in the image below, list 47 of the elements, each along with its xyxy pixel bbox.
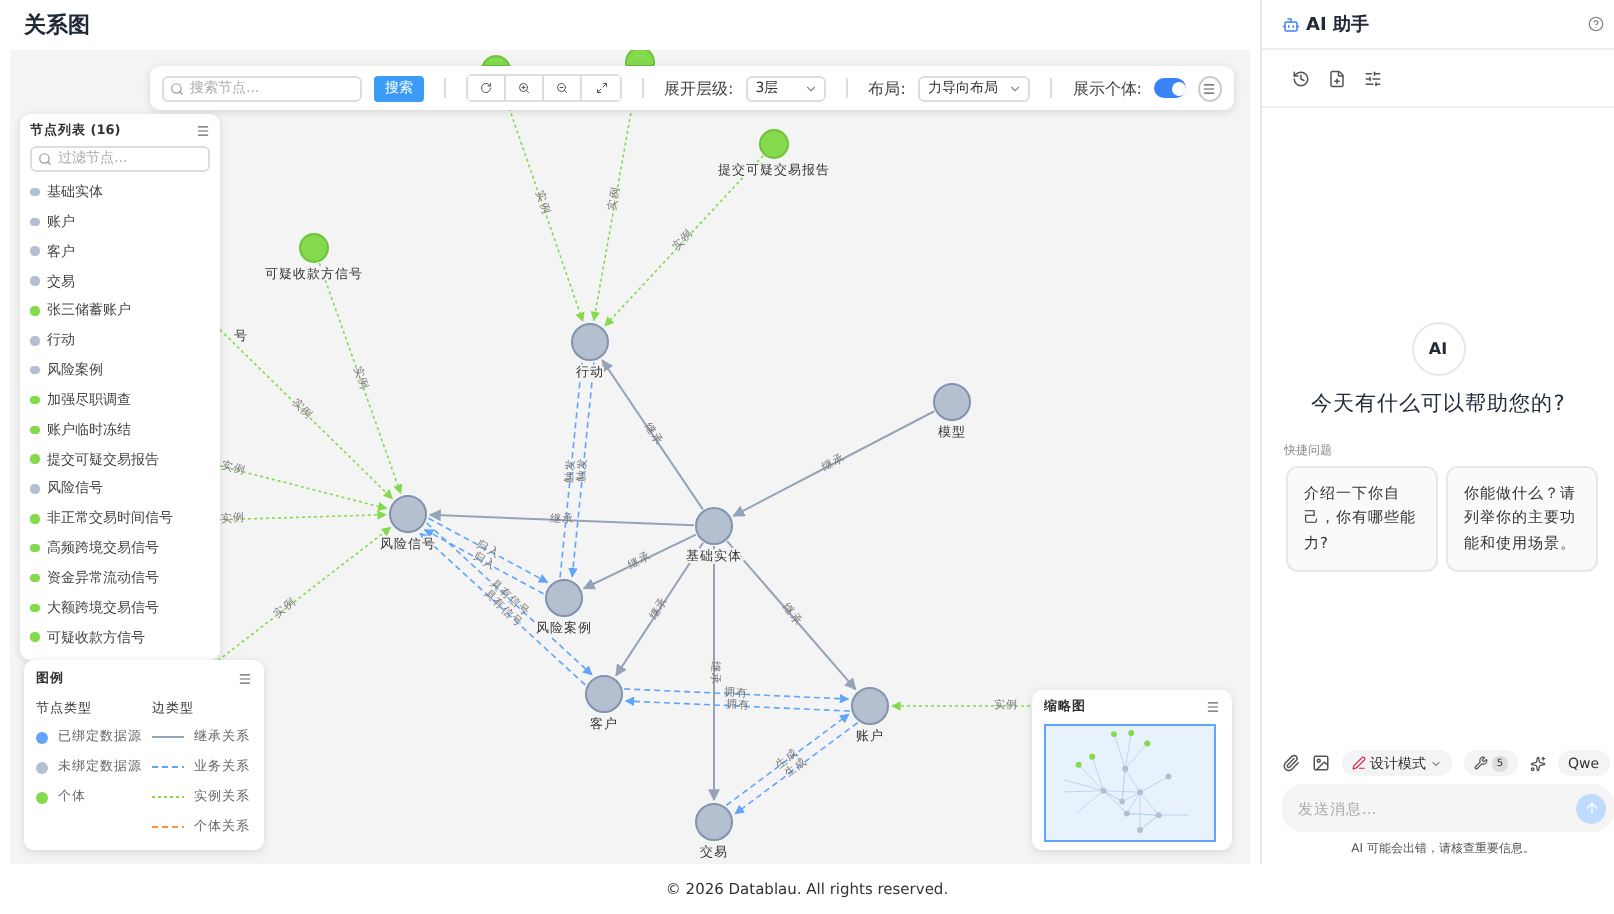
minimap-drawing[interactable]	[1044, 723, 1216, 842]
individuals-label: 展示个体:	[1072, 77, 1142, 99]
image-icon[interactable]	[1312, 754, 1330, 772]
graph-node[interactable]	[299, 233, 329, 263]
graph-node[interactable]	[625, 50, 655, 67]
graph-node[interactable]	[695, 803, 733, 841]
sparkle-icon[interactable]	[1530, 755, 1546, 771]
robot-icon	[1282, 15, 1300, 33]
greeting-text: 今天有什么可以帮助您的?	[1311, 390, 1565, 418]
wrench-icon	[1474, 756, 1488, 770]
edge-type-icon	[152, 794, 184, 800]
assistant-title: AI 助手	[1306, 12, 1369, 37]
menu-icon[interactable]	[238, 671, 252, 685]
menu-button[interactable]	[1197, 75, 1223, 101]
pen-icon	[1352, 756, 1366, 770]
graph-node[interactable]	[933, 383, 971, 421]
refresh-icon	[480, 82, 493, 94]
attach-icon[interactable]	[1282, 754, 1300, 772]
assistant-avatar: AI	[1411, 322, 1465, 376]
graph-node[interactable]	[389, 495, 427, 533]
chevron-down-icon	[1430, 757, 1442, 769]
arrow-up-icon	[1583, 800, 1599, 816]
page-title: 关系图	[24, 10, 90, 40]
graph-node[interactable]	[571, 323, 609, 361]
edge-type-icon	[152, 824, 184, 830]
help-icon[interactable]	[1588, 16, 1604, 32]
new-file-icon[interactable]	[1328, 69, 1346, 87]
menu-icon	[1202, 81, 1217, 95]
zoom-out-icon	[556, 82, 569, 94]
menu-icon[interactable]	[1206, 700, 1220, 715]
graph-node[interactable]	[851, 687, 889, 725]
layout-label: 布局:	[868, 77, 906, 99]
refresh-button[interactable]	[468, 76, 507, 100]
chevron-down-icon	[804, 81, 819, 95]
graph-node[interactable]	[545, 579, 583, 617]
depth-label: 展开层级:	[663, 77, 734, 99]
chevron-down-icon	[1008, 81, 1023, 95]
history-icon[interactable]	[1292, 69, 1310, 87]
edge-type-icon	[152, 764, 184, 770]
graph-node[interactable]	[585, 675, 623, 713]
menu-icon[interactable]	[196, 124, 210, 139]
settings-icon[interactable]	[1364, 69, 1382, 87]
edge-type-icon	[152, 734, 184, 740]
individuals-toggle[interactable]	[1154, 78, 1186, 98]
zoom-in-icon	[518, 82, 531, 94]
graph-node[interactable]	[759, 129, 789, 159]
graph-node[interactable]	[695, 507, 733, 545]
